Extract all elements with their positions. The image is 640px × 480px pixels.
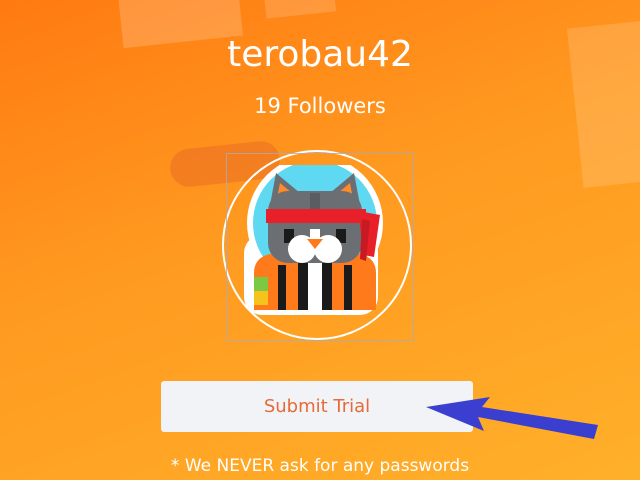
- annotation-arrow-icon: [426, 397, 598, 439]
- decorative-shape: [263, 0, 337, 19]
- profile-username: terobau42: [227, 34, 413, 75]
- ninja-cat-avatar-icon: [244, 165, 383, 315]
- password-disclaimer: * We NEVER ask for any passwords: [170, 456, 470, 476]
- followers-count: 19 Followers: [254, 94, 386, 118]
